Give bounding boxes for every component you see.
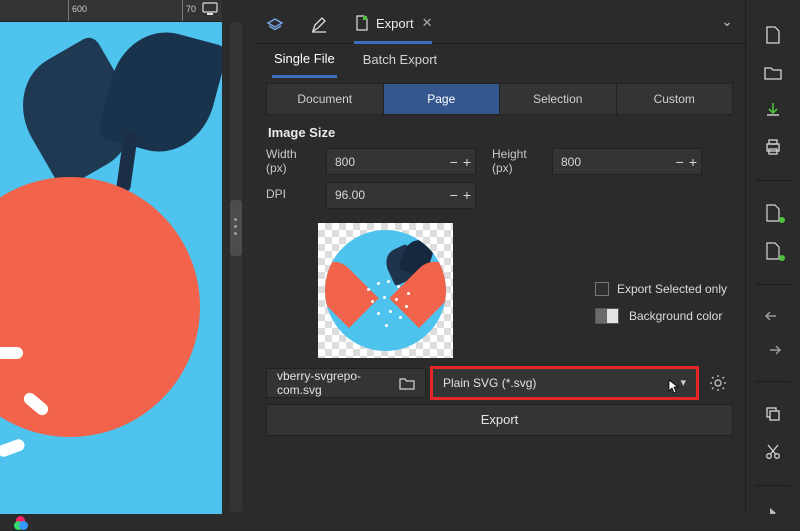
plus-icon[interactable]: +	[686, 154, 699, 170]
plus-icon[interactable]: +	[460, 187, 473, 203]
export-format-dropdown[interactable]: Plain SVG (*.svg) ▾	[432, 368, 697, 398]
tab-label: Export	[376, 16, 414, 31]
export-selected-only-checkbox[interactable]: Export Selected only	[595, 282, 727, 296]
open-button[interactable]	[762, 64, 784, 80]
background-color-picker[interactable]: Background color	[595, 308, 727, 324]
chevron-down-icon: ▾	[680, 376, 686, 389]
segment-document[interactable]: Document	[266, 83, 384, 115]
gear-icon	[709, 374, 727, 392]
canvas-area[interactable]: 600 70	[0, 0, 222, 522]
chevron-down-icon[interactable]: ⌄	[721, 13, 733, 30]
export-button[interactable]: Export	[266, 404, 733, 436]
width-input[interactable]: 800 −+	[326, 148, 476, 175]
panel-tab-export[interactable]: Export ✕	[354, 0, 432, 44]
plus-icon[interactable]: +	[460, 154, 473, 170]
copy-button[interactable]	[762, 405, 784, 423]
color-swatch-icon	[595, 308, 619, 324]
dpi-input[interactable]: 96.00 −+	[326, 182, 476, 209]
segment-selection[interactable]: Selection	[500, 83, 617, 115]
height-input[interactable]: 800 −+	[552, 148, 702, 175]
panel-tab-unknown-b[interactable]	[310, 0, 328, 44]
redo-button[interactable]	[762, 343, 784, 357]
color-profile-icon[interactable]	[14, 516, 28, 530]
checkbox-icon	[595, 282, 609, 296]
export-button-sidebar[interactable]	[762, 242, 784, 260]
minus-icon[interactable]: −	[447, 154, 460, 170]
print-button[interactable]	[762, 138, 784, 156]
display-icon[interactable]	[202, 2, 218, 16]
panel-tab-unknown-a[interactable]	[266, 0, 284, 44]
image-size-heading: Image Size	[268, 125, 731, 140]
right-toolbar	[745, 0, 800, 531]
panel-drag-handle[interactable]	[234, 218, 238, 239]
ruler-horizontal: 600 70	[0, 0, 222, 22]
subtab-single-file[interactable]: Single File	[272, 44, 337, 78]
save-button[interactable]	[762, 100, 784, 118]
edit-icon	[310, 16, 328, 34]
document-icon	[354, 15, 370, 31]
canvas[interactable]	[0, 22, 222, 522]
mouse-cursor-icon	[668, 379, 680, 395]
layers-icon	[266, 16, 284, 34]
scrollbar-vertical[interactable]	[230, 22, 242, 512]
width-label: Width (px)	[266, 148, 316, 176]
undo-button[interactable]	[762, 309, 784, 323]
minus-icon[interactable]: −	[673, 154, 686, 170]
export-filename-field[interactable]: vberry-svgrepo-com.svg	[266, 368, 426, 398]
new-document-button[interactable]	[762, 26, 784, 44]
export-settings-button[interactable]	[703, 368, 733, 398]
folder-icon[interactable]	[399, 376, 415, 390]
import-button[interactable]	[762, 204, 784, 222]
close-icon[interactable]: ✕	[422, 15, 433, 31]
export-preview	[318, 223, 453, 358]
export-panel: Export ✕ ⌄ Single File Batch Export Docu…	[254, 0, 745, 519]
height-label: Height (px)	[492, 148, 542, 176]
dpi-label: DPI	[266, 188, 316, 202]
segment-custom[interactable]: Custom	[617, 83, 734, 115]
cut-button[interactable]	[762, 443, 784, 461]
subtab-batch-export[interactable]: Batch Export	[361, 45, 439, 76]
segment-page[interactable]: Page	[384, 83, 501, 115]
minus-icon[interactable]: −	[447, 187, 460, 203]
